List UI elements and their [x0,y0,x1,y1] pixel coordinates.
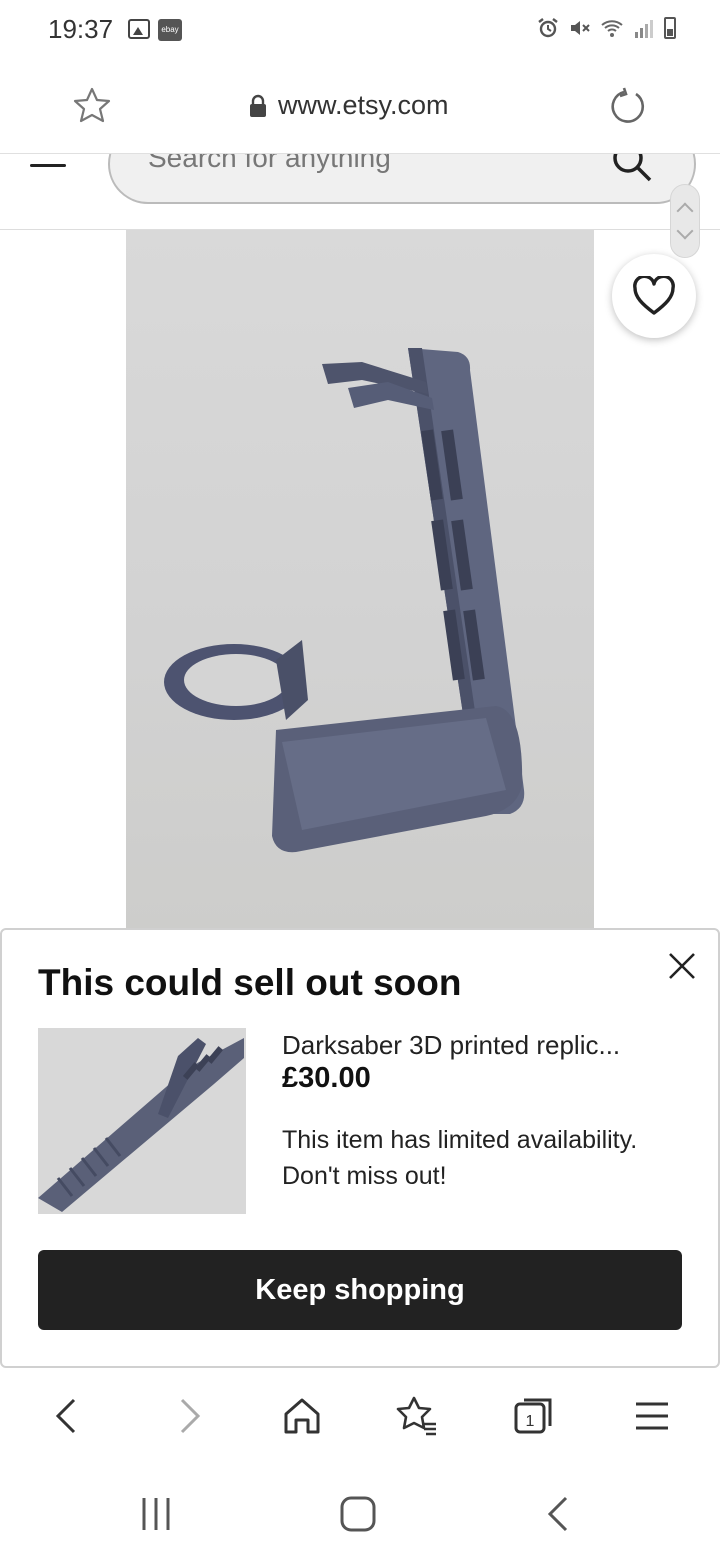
recents-icon[interactable] [136,1494,176,1534]
lock-icon [250,94,266,117]
url-text: www.etsy.com [278,90,449,120]
modal-title: This could sell out soon [38,962,462,1003]
status-bar: 19:37 ebay [0,0,720,60]
status-system-icons [536,16,676,40]
product-image[interactable] [126,230,594,930]
battery-icon [664,17,676,39]
wifi-icon [601,20,623,37]
scroll-handle[interactable] [670,184,700,258]
status-notification-icons: ebay [128,19,182,41]
forward-icon[interactable] [166,1394,210,1438]
mute-icon [571,21,590,35]
menu-icon[interactable] [630,1394,674,1438]
stand-illustration [164,348,525,853]
menu-icon[interactable] [30,154,66,170]
tabs-icon[interactable]: 1 [512,1394,556,1438]
search-input[interactable]: Search for anything [108,154,696,204]
search-icon[interactable] [610,154,654,184]
item-name[interactable]: Darksaber 3D printed replic... [282,1030,682,1061]
bookmarks-icon[interactable] [396,1394,440,1438]
signal-icon [635,20,653,38]
item-price: £30.00 [282,1062,371,1094]
system-back-icon[interactable] [540,1494,580,1534]
browser-url-bar: www.etsy.com [0,60,720,154]
reload-icon[interactable] [608,86,648,126]
system-nav-bar [0,1460,720,1560]
etsy-header: Search for anything [0,154,720,230]
close-icon[interactable] [664,948,700,984]
home-button-icon[interactable] [338,1494,378,1534]
alarm-icon [538,18,558,38]
chevron-down-icon [676,222,694,240]
back-icon[interactable] [46,1394,90,1438]
search-placeholder: Search for anything [148,154,391,173]
tab-count: 1 [526,1413,535,1430]
status-time: 19:37 [48,14,114,44]
browser-bottom-nav: 1 [0,1370,720,1460]
favorite-button[interactable] [612,254,696,338]
home-icon[interactable] [280,1394,324,1438]
availability-note: This item has limited availability. Don'… [282,1126,638,1190]
saber-illustration [38,1028,246,1214]
heart-icon [633,276,675,315]
ebay-icon: ebay [158,19,182,41]
keep-shopping-button[interactable]: Keep shopping [38,1250,682,1330]
address-field[interactable]: www.etsy.com [248,90,449,121]
chevron-up-icon [676,202,694,220]
gallery-icon [128,19,150,39]
star-icon[interactable] [72,86,112,126]
item-thumbnail[interactable] [38,1028,246,1214]
